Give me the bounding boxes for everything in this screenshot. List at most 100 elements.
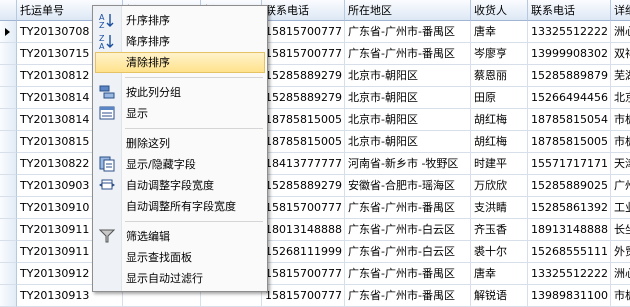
row-indicator[interactable] [0, 219, 17, 241]
menu-item-5[interactable]: 显示 [95, 103, 265, 124]
cell-region[interactable]: 广东省-广州市-番禺区 [345, 197, 471, 219]
cell-region[interactable]: 广东省-广州市-白云区 [345, 219, 471, 241]
cell-region[interactable]: 广东省-广州市-番禺区 [345, 21, 471, 43]
menu-item-label: 显示查找面板 [126, 251, 192, 264]
menu-item-label: 升序排序 [126, 14, 170, 27]
cell-region[interactable]: 安徽省-合肥市-瑶海区 [345, 175, 471, 197]
cell-region[interactable]: 北京市-朝阳区 [345, 65, 471, 87]
cell-consignee-phone[interactable]: 18913148888 [528, 219, 611, 241]
cell-region[interactable]: 广东省-广州市-番禺区 [345, 285, 471, 307]
header-col-phone[interactable]: 联系电话 [262, 0, 345, 21]
cell-consignee-phone[interactable]: 15285889025 [528, 175, 611, 197]
cell-phone[interactable]: 15815700777 [262, 285, 345, 307]
cell-detail[interactable]: 工业 [611, 197, 630, 219]
menu-item-label: 降序排序 [126, 35, 170, 48]
cell-consignee-phone[interactable]: 13999908302 [528, 43, 611, 65]
cell-phone[interactable]: 15268111999 [262, 241, 345, 263]
cell-region[interactable]: 广东省-广州市-番禺区 [345, 263, 471, 285]
cell-detail[interactable]: 芜湖 [611, 65, 630, 87]
row-indicator[interactable] [0, 153, 17, 175]
row-indicator[interactable] [0, 175, 17, 197]
cell-consignee-phone[interactable]: 18785815005 [528, 131, 611, 153]
cell-region[interactable]: 广东省-广州市-番禺区 [345, 43, 471, 65]
cell-region[interactable]: 河南省-新乡市 -牧野区 [345, 153, 471, 175]
menu-item-10[interactable]: 自动调整所有字段宽度 [95, 196, 265, 217]
menu-item-12[interactable]: 筛选编辑 [95, 226, 265, 247]
cell-detail[interactable]: 北京 [611, 87, 630, 109]
cell-consignee[interactable]: 唐幸 [471, 21, 528, 43]
cell-consignee-phone[interactable]: 13325512222 [528, 263, 611, 285]
cell-consignee[interactable]: 万欣欣 [471, 175, 528, 197]
cell-consignee-phone[interactable]: 15268555111 [528, 241, 611, 263]
header-col-consignee[interactable]: 收货人 [471, 0, 528, 21]
cell-region[interactable]: 广东省-广州市-白云区 [345, 241, 471, 263]
menu-item-7[interactable]: 删除这列 [95, 133, 265, 154]
cell-phone[interactable]: 18785815005 [262, 109, 345, 131]
header-col-region[interactable]: 所在地区 [345, 0, 471, 21]
cell-region[interactable]: 北京市-朝阳区 [345, 109, 471, 131]
cell-consignee[interactable]: 时建平 [471, 153, 528, 175]
row-indicator[interactable] [0, 65, 17, 87]
cell-phone[interactable]: 18785815005 [262, 131, 345, 153]
cell-phone[interactable]: 15815700777 [262, 263, 345, 285]
cell-consignee[interactable]: 解锐语 [471, 285, 528, 307]
row-indicator[interactable] [0, 285, 17, 307]
cell-consignee-phone[interactable]: 13325512222 [528, 21, 611, 43]
cell-consignee[interactable]: 胡红梅 [471, 109, 528, 131]
cell-detail[interactable]: 外贸 [611, 241, 630, 263]
cell-consignee[interactable]: 唐幸 [471, 263, 528, 285]
cell-phone[interactable]: 18413777777 [262, 153, 345, 175]
menu-item-label: 清除排序 [126, 56, 170, 69]
menu-item-2[interactable]: 清除排序 [95, 52, 265, 73]
row-indicator[interactable] [0, 87, 17, 109]
row-indicator[interactable] [0, 131, 17, 153]
cell-detail[interactable]: 双祥 [611, 43, 630, 65]
menu-item-1[interactable]: Z A 降序排序 [95, 31, 265, 52]
header-col-detail[interactable]: 详细 [611, 0, 630, 21]
cell-consignee[interactable]: 齐玉香 [471, 219, 528, 241]
menu-item-13[interactable]: 显示查找面板 [95, 247, 265, 268]
menu-item-9[interactable]: 自动调整字段宽度 [95, 175, 265, 196]
cell-consignee[interactable]: 岑廖亨 [471, 43, 528, 65]
cell-consignee[interactable]: 支洪睛 [471, 197, 528, 219]
menu-item-0[interactable]: A Z 升序排序 [95, 10, 265, 31]
cell-detail[interactable]: 市板 [611, 285, 630, 307]
header-row-indicator[interactable] [0, 0, 17, 21]
row-indicator[interactable] [0, 21, 17, 43]
cell-detail[interactable]: 广州 [611, 175, 630, 197]
header-col-consignee-phone[interactable]: 联系电话 [528, 0, 611, 21]
cell-phone[interactable]: 15285889279 [262, 87, 345, 109]
menu-item-14[interactable]: 显示自动过滤行 [95, 268, 265, 289]
cell-phone[interactable]: 15285889279 [262, 65, 345, 87]
cell-phone[interactable]: 15815700777 [262, 197, 345, 219]
row-indicator[interactable] [0, 263, 17, 285]
cell-consignee-phone[interactable]: 15285889879 [528, 65, 611, 87]
cell-consignee-phone[interactable]: 13989831100 [528, 285, 611, 307]
cell-detail[interactable]: 洲心 [611, 21, 630, 43]
menu-item-8[interactable]: 显示/隐藏字段 [95, 154, 265, 175]
cell-region[interactable]: 北京市-朝阳区 [345, 87, 471, 109]
cell-phone[interactable]: 15815700777 [262, 43, 345, 65]
cell-detail[interactable]: 长坐 [611, 219, 630, 241]
cell-phone[interactable]: 15815700777 [262, 21, 345, 43]
cell-consignee[interactable]: 胡红梅 [471, 131, 528, 153]
cell-detail[interactable]: 天津 [611, 153, 630, 175]
cell-consignee-phone[interactable]: 15266494456 [528, 87, 611, 109]
row-indicator[interactable] [0, 109, 17, 131]
cell-region[interactable]: 北京市-朝阳区 [345, 131, 471, 153]
row-indicator[interactable] [0, 43, 17, 65]
cell-detail[interactable]: 市板 [611, 109, 630, 131]
cell-consignee-phone[interactable]: 15571717171 [528, 153, 611, 175]
cell-phone[interactable]: 15285889279 [262, 175, 345, 197]
cell-consignee-phone[interactable]: 15285861392 [528, 197, 611, 219]
row-indicator[interactable] [0, 197, 17, 219]
row-indicator[interactable] [0, 241, 17, 263]
menu-item-4[interactable]: 按此列分组 [95, 82, 265, 103]
cell-detail[interactable]: 市板 [611, 131, 630, 153]
cell-consignee[interactable]: 蔡恩丽 [471, 65, 528, 87]
cell-consignee[interactable]: 裘十尔 [471, 241, 528, 263]
cell-detail[interactable]: 洲心 [611, 263, 630, 285]
cell-phone[interactable]: 18013148888 [262, 219, 345, 241]
cell-consignee[interactable]: 田原 [471, 87, 528, 109]
cell-consignee-phone[interactable]: 18785815054 [528, 109, 611, 131]
